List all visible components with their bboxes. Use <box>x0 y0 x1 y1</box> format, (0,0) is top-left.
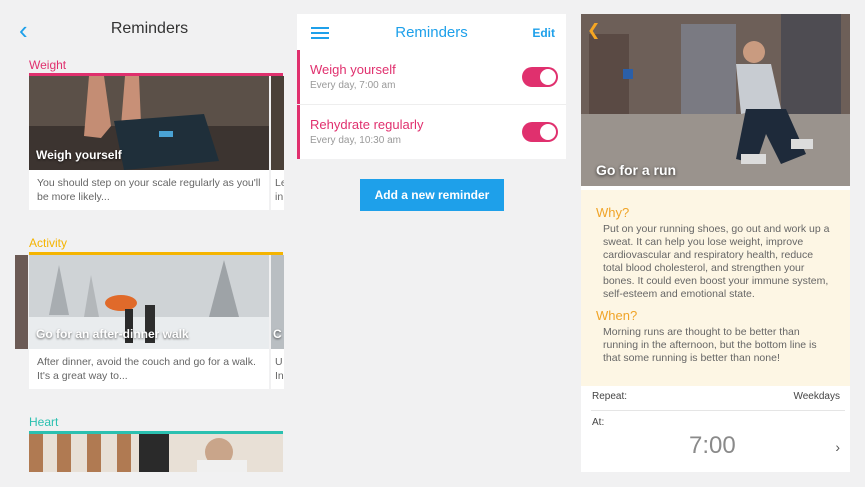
my-reminders-panel: Reminders Edit Weigh yourself Every day,… <box>297 14 566 472</box>
add-reminder-button[interactable]: Add a new reminder <box>360 179 504 211</box>
repeat-value: Weekdays <box>793 391 840 402</box>
page-title: Reminders <box>110 20 189 37</box>
section-label-weight: Weight <box>29 58 67 72</box>
card-description: You should step on your scale regularly … <box>37 177 261 203</box>
reminder-row[interactable]: Weigh yourself Every day, 7:00 am <box>297 50 566 104</box>
reminder-title: Rehydrate regularly <box>310 117 424 132</box>
reminders-library-panel: ‹ Reminders Weight Weigh yourself You sh… <box>15 14 284 472</box>
why-text: Put on your running shoes, go out and wo… <box>603 223 830 300</box>
reminder-card-heart[interactable] <box>29 434 283 472</box>
reminder-toggle[interactable] <box>522 122 558 142</box>
toggle-knob <box>540 69 556 85</box>
at-label: At: <box>592 417 605 428</box>
card-image <box>29 434 283 472</box>
reminder-schedule: Every day, 7:00 am <box>310 80 396 91</box>
when-heading: When? <box>596 308 638 323</box>
card-description: U In <box>275 356 284 382</box>
chevron-right-icon[interactable]: › <box>835 439 840 455</box>
card-image <box>271 76 284 170</box>
card-image: Weigh yourself <box>29 76 269 170</box>
reminder-card-peek[interactable]: Le in <box>271 76 284 210</box>
card-title: C <box>273 327 282 341</box>
hero-image: ❮ Go for a run <box>581 14 850 186</box>
edit-button[interactable]: Edit <box>532 26 555 40</box>
why-heading: Why? <box>596 205 630 220</box>
reminder-card-after-dinner-walk[interactable]: Go for an after-dinner walk After dinner… <box>29 255 269 389</box>
reminder-toggle[interactable] <box>522 67 558 87</box>
toggle-knob <box>540 124 556 140</box>
time-picker[interactable]: 7:00 <box>689 432 736 460</box>
when-text: Morning runs are thought to be better th… <box>603 326 817 364</box>
section-label-heart: Heart <box>29 415 59 429</box>
hero-title: Go for a run <box>596 162 677 178</box>
repeat-label: Repeat: <box>592 391 628 402</box>
reminder-schedule: Every day, 10:30 am <box>310 135 401 146</box>
card-title: Weigh yourself <box>36 148 122 162</box>
card-title: Go for an after-dinner walk <box>36 327 189 341</box>
card-image: Go for an after-dinner walk <box>29 255 269 349</box>
reminder-card-peek[interactable]: C U In <box>271 255 284 389</box>
reminder-title: Weigh yourself <box>310 62 396 77</box>
card-image: C <box>271 255 284 349</box>
card-description: Le in <box>275 177 284 203</box>
top-bar: ‹ Reminders <box>15 14 284 58</box>
back-arrow-icon[interactable]: ❮ <box>587 20 600 40</box>
section-label-activity: Activity <box>29 236 68 250</box>
reminder-card-weigh-yourself[interactable]: Weigh yourself You should step on your s… <box>29 76 269 210</box>
reminder-detail-panel: ❮ Go for a run Why? Put on your running … <box>581 14 850 472</box>
card-image-peek-left <box>15 255 28 349</box>
page-title: Reminders <box>395 24 468 41</box>
card-description: After dinner, avoid the couch and go for… <box>37 356 256 382</box>
top-bar: Reminders Edit <box>297 14 566 50</box>
info-section: Why? Put on your running shoes, go out a… <box>581 190 850 386</box>
row-divider <box>591 410 845 411</box>
reminder-row[interactable]: Rehydrate regularly Every day, 10:30 am <box>297 105 566 159</box>
